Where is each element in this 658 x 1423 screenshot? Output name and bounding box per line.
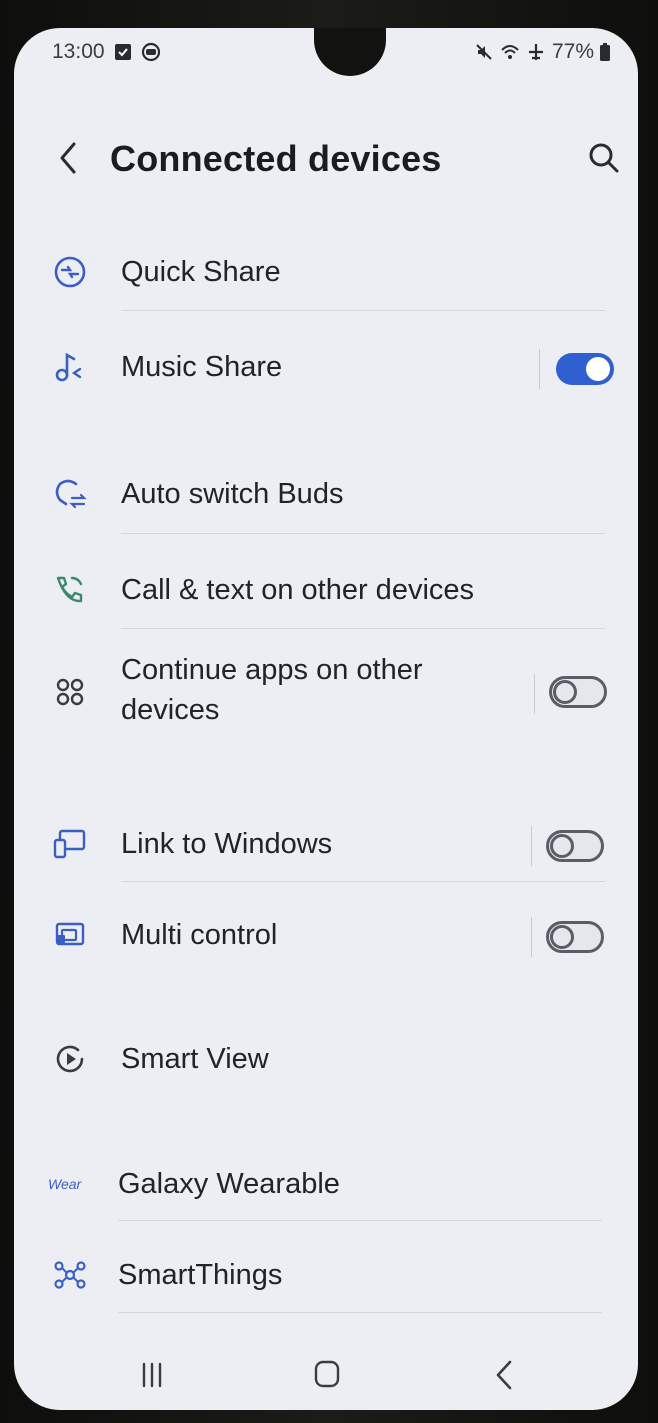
galaxy-wearable-label: Galaxy Wearable — [118, 1168, 340, 1200]
search-icon[interactable] — [586, 140, 622, 176]
link-to-windows-toggle[interactable] — [546, 830, 604, 862]
toggle-knob — [553, 680, 577, 704]
checkbox-notification-icon — [114, 44, 131, 60]
multi-control-icon — [55, 922, 85, 946]
toggle-separator — [531, 826, 532, 866]
divider — [121, 533, 605, 534]
toggle-separator — [531, 917, 532, 957]
multi-control-label: Multi control — [121, 919, 278, 951]
music-share-toggle[interactable] — [556, 353, 614, 385]
link-to-windows-icon — [53, 829, 86, 859]
continue-apps-item[interactable]: Continue apps on other devices — [14, 646, 638, 738]
divider — [118, 1312, 602, 1313]
mute-icon — [476, 44, 492, 60]
smartthings-icon — [54, 1261, 86, 1289]
continue-apps-icon — [56, 678, 84, 706]
auto-switch-buds-label: Auto switch Buds — [121, 478, 344, 510]
chevron-left-icon[interactable] — [52, 138, 84, 178]
call-text-icon — [56, 576, 83, 603]
status-time: 13:00 — [52, 40, 105, 63]
continue-apps-toggle[interactable] — [549, 676, 607, 708]
quick-share-label: Quick Share — [121, 256, 281, 288]
quick-share-icon — [54, 256, 86, 288]
call-text-item[interactable]: Call & text on other devices — [14, 556, 638, 626]
wifi-icon — [501, 45, 519, 59]
battery-percent: 77% — [551, 40, 594, 63]
home-icon[interactable] — [307, 1358, 347, 1392]
divider — [121, 310, 605, 311]
multi-control-item[interactable]: Multi control — [14, 901, 638, 971]
toggle-knob — [550, 834, 574, 858]
smart-view-label: Smart View — [121, 1043, 269, 1075]
smartthings-label: SmartThings — [118, 1259, 283, 1291]
status-bar-left: 13:00 — [52, 40, 161, 64]
toggle-separator — [534, 674, 535, 714]
smart-view-item[interactable]: Smart View — [14, 1025, 638, 1095]
toggle-separator — [539, 349, 540, 389]
sync-notification-icon — [141, 42, 160, 62]
back-icon[interactable] — [484, 1358, 524, 1392]
divider — [121, 881, 605, 882]
airplane-icon — [528, 44, 543, 60]
camera-notch — [314, 28, 386, 76]
screen: 13:00 77% Connected devices Quick Share … — [14, 28, 638, 1410]
navigation-bar — [14, 1340, 638, 1410]
auto-switch-buds-item[interactable]: Auto switch Buds — [14, 460, 638, 530]
toggle-knob — [586, 357, 610, 381]
divider — [121, 628, 605, 629]
toggle-knob — [550, 925, 574, 949]
battery-icon — [600, 43, 610, 61]
wear-logo: Wear — [48, 1176, 82, 1192]
galaxy-wearable-item[interactable]: Wear Galaxy Wearable — [14, 1150, 638, 1220]
music-share-label: Music Share — [121, 351, 283, 383]
smart-view-icon — [56, 1045, 84, 1073]
smartthings-item[interactable]: SmartThings — [14, 1241, 638, 1311]
quick-share-item[interactable]: Quick Share — [14, 238, 638, 308]
recents-icon[interactable] — [132, 1358, 172, 1392]
call-text-label: Call & text on other devices — [121, 574, 475, 606]
music-share-icon — [55, 352, 82, 382]
link-to-windows-item[interactable]: Link to Windows — [14, 810, 638, 880]
auto-switch-buds-icon — [55, 479, 87, 509]
music-share-item[interactable]: Music Share — [14, 333, 638, 403]
phone-frame: 13:00 77% Connected devices Quick Share … — [0, 0, 658, 1423]
multi-control-toggle[interactable] — [546, 921, 604, 953]
divider — [118, 1220, 602, 1221]
continue-apps-label-line2: devices — [121, 694, 220, 726]
continue-apps-label-line1: Continue apps on other — [121, 654, 423, 686]
status-bar-right: 77% — [474, 40, 610, 64]
link-to-windows-label: Link to Windows — [121, 828, 333, 860]
page-title: Connected devices — [110, 138, 442, 179]
app-header: Connected devices — [14, 128, 638, 192]
